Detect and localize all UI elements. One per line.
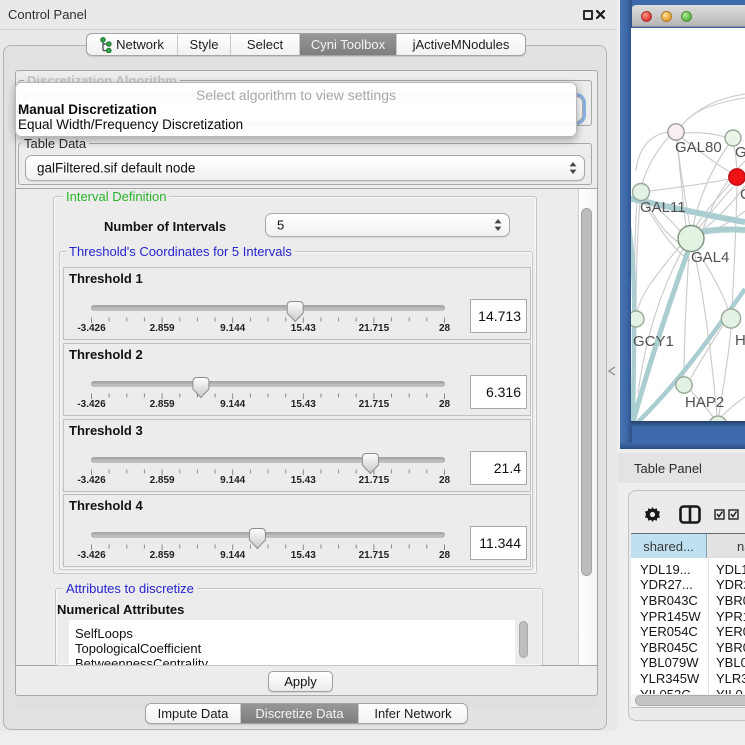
svg-text:C: C [740,186,745,203]
svg-text:15.43: 15.43 [291,323,316,334]
svg-text:2.859: 2.859 [150,550,175,561]
svg-text:2.859: 2.859 [150,399,175,410]
svg-text:GAL80: GAL80 [675,139,722,156]
svg-text:21.715: 21.715 [359,399,390,410]
svg-text:9.144: 9.144 [220,323,245,334]
svg-text:28: 28 [439,550,451,561]
svg-text:15.43: 15.43 [291,475,316,486]
svg-text:GA: GA [735,144,745,161]
svg-text:-3.426: -3.426 [77,550,106,561]
svg-text:21.715: 21.715 [359,550,390,561]
svg-text:28: 28 [439,475,451,486]
svg-text:28: 28 [439,399,451,410]
svg-text:21.715: 21.715 [359,323,390,334]
svg-text:HI: HI [735,332,745,349]
svg-text:15.43: 15.43 [291,550,316,561]
svg-text:9.144: 9.144 [220,399,245,410]
svg-text:-3.426: -3.426 [77,323,106,334]
svg-text:2.859: 2.859 [150,323,175,334]
svg-text:-3.426: -3.426 [77,475,106,486]
svg-text:2.859: 2.859 [150,475,175,486]
svg-text:GAL4: GAL4 [691,249,729,266]
svg-text:9.144: 9.144 [220,475,245,486]
svg-text:28: 28 [439,323,451,334]
svg-text:-3.426: -3.426 [77,399,106,410]
svg-text:GCY1: GCY1 [633,333,674,350]
svg-text:21.715: 21.715 [359,475,390,486]
svg-text:GAL11: GAL11 [640,199,686,216]
svg-text:15.43: 15.43 [291,399,316,410]
svg-text:9.144: 9.144 [220,550,245,561]
svg-text:HAP2: HAP2 [685,394,724,411]
